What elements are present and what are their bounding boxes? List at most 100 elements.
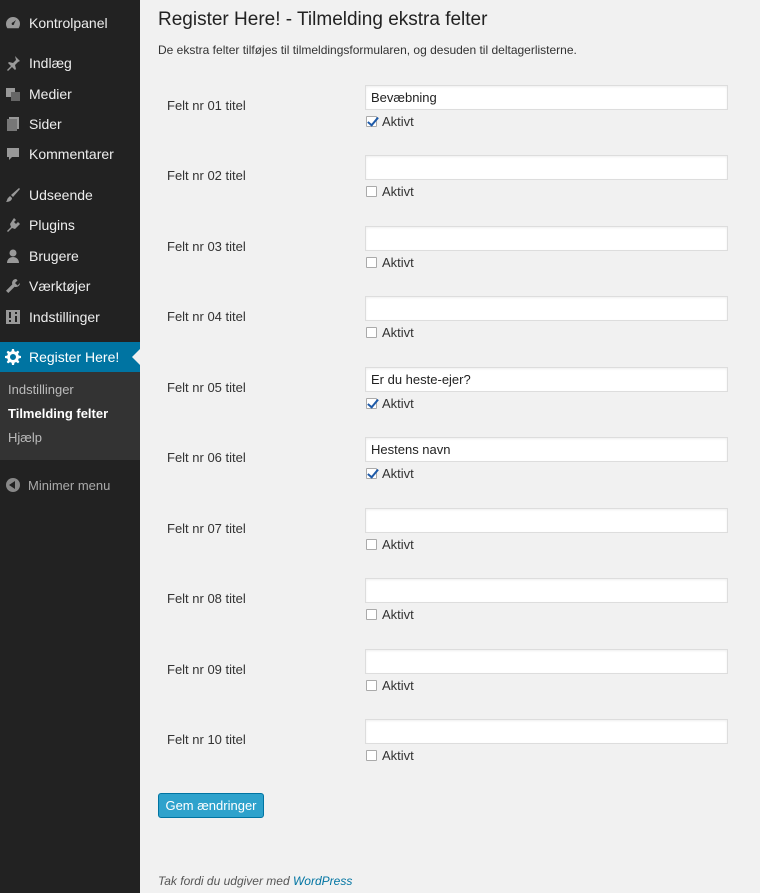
menu-item-label: Kommentarer (29, 146, 114, 162)
menu-item-label: Udseende (29, 187, 93, 203)
checkbox-unchecked-icon[interactable] (366, 186, 377, 197)
settings-icon (5, 309, 21, 325)
field-row-08: Felt nr 08 titel Aktivt (158, 578, 748, 638)
field-row-09: Felt nr 09 titel Aktivt (158, 649, 748, 709)
active-checkbox[interactable]: Aktivt (366, 255, 414, 270)
field-label: Felt nr 07 titel (167, 521, 246, 536)
field-row-04: Felt nr 04 titel Aktivt (158, 296, 748, 356)
field-title-input[interactable]: Hestens navn (365, 437, 728, 462)
field-label: Felt nr 01 titel (167, 98, 246, 113)
field-label: Felt nr 08 titel (167, 591, 246, 606)
field-title-input[interactable] (365, 578, 728, 603)
checkbox-label: Aktivt (382, 114, 414, 129)
field-label: Felt nr 05 titel (167, 380, 246, 395)
active-checkbox[interactable]: Aktivt (366, 748, 414, 763)
active-checkbox[interactable]: Aktivt (366, 466, 414, 481)
field-label: Felt nr 09 titel (167, 662, 246, 677)
menu-item-label: Brugere (29, 248, 79, 264)
menu-item-media[interactable]: Medier (0, 79, 140, 109)
wordpress-link[interactable]: WordPress (293, 874, 352, 888)
field-title-input[interactable] (365, 155, 728, 180)
checkbox-unchecked-icon[interactable] (366, 539, 377, 550)
menu-item-register-here[interactable]: Register Here! (0, 342, 140, 372)
checkbox-unchecked-icon[interactable] (366, 257, 377, 268)
submenu-item-help[interactable]: Hjælp (0, 426, 140, 450)
collapse-arrow-icon (6, 478, 20, 492)
page-title: Register Here! - Tilmelding ekstra felte… (158, 9, 488, 30)
field-title-input[interactable] (365, 649, 728, 674)
field-row-05: Felt nr 05 titel Er du heste-ejer? Aktiv… (158, 367, 748, 427)
checkbox-unchecked-icon[interactable] (366, 750, 377, 761)
menu-item-settings[interactable]: Indstillinger (0, 302, 140, 332)
field-title-input[interactable] (365, 719, 728, 744)
field-row-03: Felt nr 03 titel Aktivt (158, 226, 748, 286)
active-checkbox[interactable]: Aktivt (366, 114, 414, 129)
checkbox-label: Aktivt (382, 466, 414, 481)
menu-item-dashboard[interactable]: Kontrolpanel (0, 8, 140, 38)
users-icon (5, 248, 21, 264)
checkbox-label: Aktivt (382, 607, 414, 622)
active-checkbox[interactable]: Aktivt (366, 537, 414, 552)
checkbox-label: Aktivt (382, 184, 414, 199)
menu-item-comments[interactable]: Kommentarer (0, 139, 140, 169)
field-label: Felt nr 03 titel (167, 239, 246, 254)
checkbox-checked-icon[interactable] (366, 116, 377, 127)
field-label: Felt nr 02 titel (167, 168, 246, 183)
active-checkbox[interactable]: Aktivt (366, 325, 414, 340)
menu-item-label: Indlæg (29, 55, 72, 71)
media-icon (5, 86, 21, 102)
menu-item-label: Medier (29, 86, 72, 102)
field-title-input[interactable]: Er du heste-ejer? (365, 367, 728, 392)
field-row-10: Felt nr 10 titel Aktivt (158, 719, 748, 779)
menu-item-appearance[interactable]: Udseende (0, 180, 140, 210)
checkbox-label: Aktivt (382, 748, 414, 763)
checkbox-unchecked-icon[interactable] (366, 609, 377, 620)
menu-item-tools[interactable]: Værktøjer (0, 271, 140, 301)
checkbox-checked-icon[interactable] (366, 398, 377, 409)
field-title-input[interactable] (365, 296, 728, 321)
submenu: Indstillinger Tilmelding felter Hjælp (0, 372, 140, 460)
admin-sidebar: Kontrolpanel Indlæg Medier Sider Komment… (0, 0, 140, 893)
menu-item-users[interactable]: Brugere (0, 241, 140, 271)
field-title-input[interactable] (365, 508, 728, 533)
field-label: Felt nr 10 titel (167, 732, 246, 747)
menu-item-label: Sider (29, 116, 62, 132)
submenu-item-settings[interactable]: Indstillinger (0, 378, 140, 402)
field-row-01: Felt nr 01 titel Bevæbning Aktivt (158, 85, 748, 145)
footer-credit: Tak fordi du udgiver med WordPress (158, 874, 352, 888)
field-title-input[interactable] (365, 226, 728, 251)
footer-text: Tak fordi du udgiver med (158, 874, 293, 888)
active-checkbox[interactable]: Aktivt (366, 396, 414, 411)
active-checkbox[interactable]: Aktivt (366, 184, 414, 199)
menu-item-label: Værktøjer (29, 278, 91, 294)
menu-item-plugins[interactable]: Plugins (0, 210, 140, 240)
active-checkbox[interactable]: Aktivt (366, 678, 414, 693)
menu-item-pages[interactable]: Sider (0, 109, 140, 139)
active-checkbox[interactable]: Aktivt (366, 607, 414, 622)
menu-item-label: Indstillinger (29, 309, 100, 325)
submenu-item-fields[interactable]: Tilmelding felter (0, 402, 140, 426)
wrench-icon (5, 278, 21, 294)
comments-icon (5, 146, 21, 162)
menu-item-label: Kontrolpanel (29, 15, 108, 31)
field-label: Felt nr 04 titel (167, 309, 246, 324)
checkbox-label: Aktivt (382, 255, 414, 270)
dashboard-icon (5, 15, 21, 31)
field-row-07: Felt nr 07 titel Aktivt (158, 508, 748, 568)
plugin-icon (5, 217, 21, 233)
checkbox-unchecked-icon[interactable] (366, 327, 377, 338)
menu-item-label: Register Here! (29, 349, 120, 365)
collapse-menu-button[interactable]: Minimer menu (0, 470, 140, 500)
menu-item-posts[interactable]: Indlæg (0, 48, 140, 78)
field-row-06: Felt nr 06 titel Hestens navn Aktivt (158, 437, 748, 497)
checkbox-label: Aktivt (382, 396, 414, 411)
checkbox-unchecked-icon[interactable] (366, 680, 377, 691)
field-label: Felt nr 06 titel (167, 450, 246, 465)
checkbox-checked-icon[interactable] (366, 468, 377, 479)
pushpin-icon (5, 55, 21, 71)
gear-icon (5, 349, 21, 365)
field-row-02: Felt nr 02 titel Aktivt (158, 155, 748, 215)
field-title-input[interactable]: Bevæbning (365, 85, 728, 110)
save-changes-button[interactable]: Gem ændringer (158, 793, 264, 818)
checkbox-label: Aktivt (382, 537, 414, 552)
